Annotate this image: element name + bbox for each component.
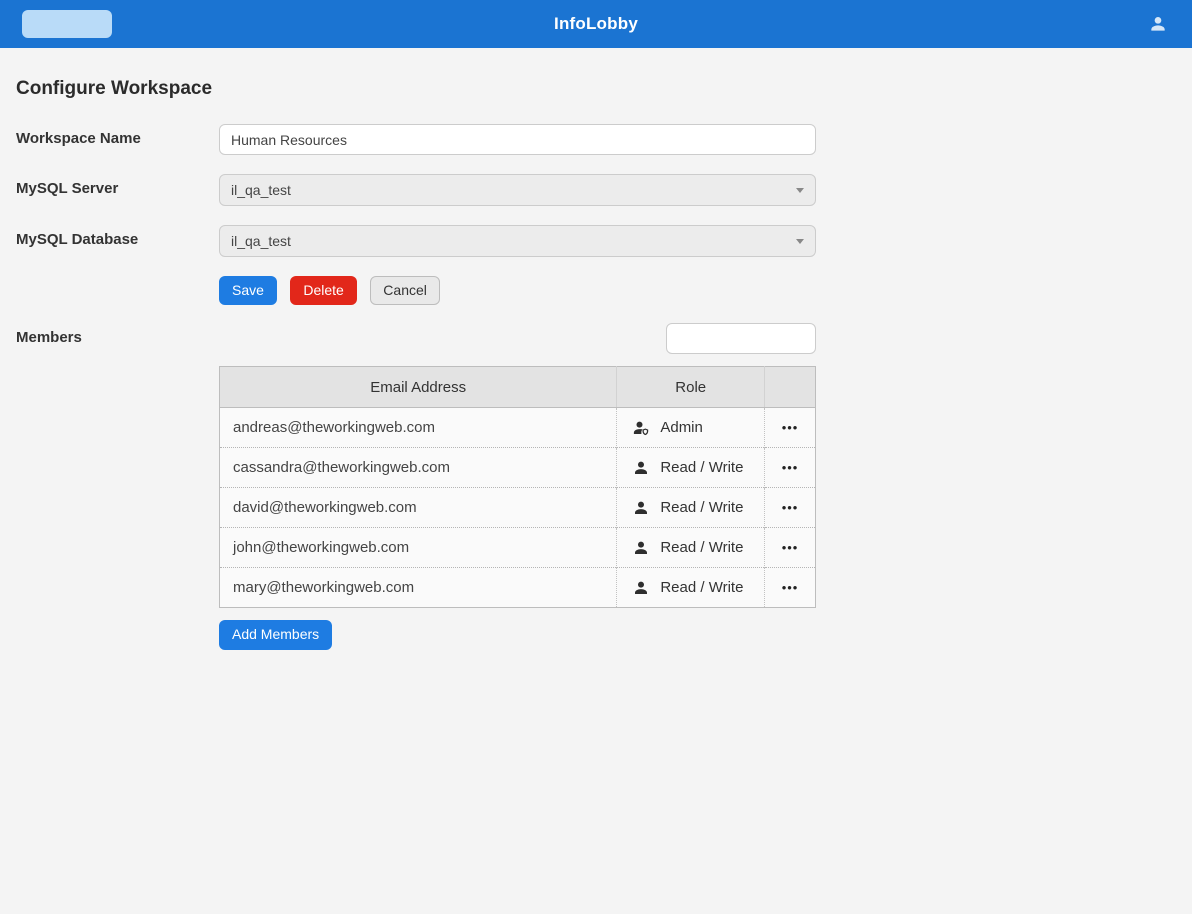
mysql-database-row: MySQL Database il_qa_test [16,225,1176,257]
mysql-server-selected-value: il_qa_test [231,182,291,198]
add-members-button[interactable]: Add Members [219,620,332,649]
member-role: Read / Write [660,579,743,596]
page-title: Configure Workspace [16,78,1176,100]
person-icon [632,539,650,557]
save-button[interactable]: Save [219,276,277,305]
member-role: Admin [660,419,703,436]
role-column-header: Role [617,367,765,408]
row-menu-button[interactable]: ••• [776,416,805,439]
user-account-icon[interactable] [1148,14,1168,34]
member-role: Read / Write [660,499,743,516]
member-role: Read / Write [660,539,743,556]
member-row: cassandra@theworkingweb.com Read / Write… [220,448,816,488]
delete-button[interactable]: Delete [290,276,356,305]
members-table: Email Address Role andreas@theworkingweb… [219,366,816,608]
member-row: andreas@theworkingweb.com Admin ••• [220,408,816,448]
member-email: cassandra@theworkingweb.com [220,448,617,488]
chevron-down-icon [796,188,804,193]
member-email: david@theworkingweb.com [220,488,617,528]
header-action-button[interactable] [22,10,112,38]
members-search-input[interactable] [666,323,816,354]
member-row: mary@theworkingweb.com Read / Write ••• [220,568,816,608]
members-table-header-row: Email Address Role [220,367,816,408]
app-title: InfoLobby [554,14,638,34]
actions-column-header [765,367,816,408]
mysql-server-select[interactable]: il_qa_test [219,174,816,206]
row-menu-button[interactable]: ••• [776,576,805,599]
member-row: john@theworkingweb.com Read / Write ••• [220,528,816,568]
person-icon [632,499,650,517]
mysql-database-label: MySQL Database [16,225,219,248]
row-menu-button[interactable]: ••• [776,456,805,479]
workspace-name-label: Workspace Name [16,124,219,147]
workspace-name-row: Workspace Name [16,124,1176,155]
email-column-header: Email Address [220,367,617,408]
member-email: john@theworkingweb.com [220,528,617,568]
cancel-button[interactable]: Cancel [370,276,440,305]
members-row: Members [16,323,1176,354]
member-email: andreas@theworkingweb.com [220,408,617,448]
member-row: david@theworkingweb.com Read / Write ••• [220,488,816,528]
configure-workspace-page: Configure Workspace Workspace Name MySQL… [0,78,1192,650]
members-table-body: andreas@theworkingweb.com Admin ••• cass… [220,408,816,608]
person-icon [632,579,650,597]
mysql-server-row: MySQL Server il_qa_test [16,174,1176,206]
row-menu-button[interactable]: ••• [776,496,805,519]
member-email: mary@theworkingweb.com [220,568,617,608]
members-label: Members [16,323,219,346]
chevron-down-icon [796,239,804,244]
mysql-database-selected-value: il_qa_test [231,233,291,249]
members-table-wrap: Email Address Role andreas@theworkingweb… [219,366,1176,608]
admin-person-icon [632,419,650,437]
workspace-name-input[interactable] [219,124,816,155]
mysql-database-select[interactable]: il_qa_test [219,225,816,257]
member-role: Read / Write [660,459,743,476]
person-icon [632,459,650,477]
form-buttons-row: Save Delete Cancel [219,276,1176,305]
row-menu-button[interactable]: ••• [776,536,805,559]
add-members-wrap: Add Members [219,620,1176,649]
app-header: InfoLobby [0,0,1192,48]
mysql-server-label: MySQL Server [16,174,219,197]
